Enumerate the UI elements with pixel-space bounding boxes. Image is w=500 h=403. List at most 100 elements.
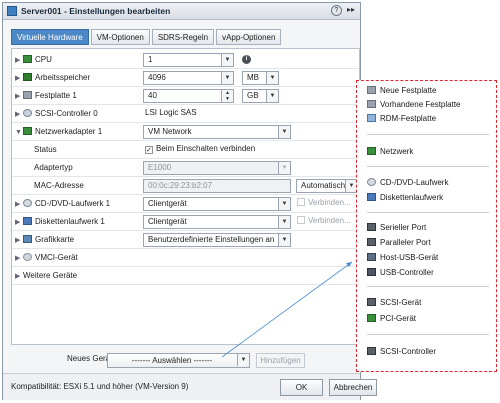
nic-label: Netzwerkadapter 1 bbox=[35, 127, 103, 136]
rdm-disk-icon bbox=[367, 114, 376, 122]
row-mac-address: MAC-Adresse 00:0c:29:23:b2:07 Automatisc… bbox=[12, 177, 359, 195]
menu-item-rdm-disk[interactable]: RDM-Festplatte bbox=[367, 114, 436, 123]
floppy-icon bbox=[23, 217, 32, 225]
floppy-icon bbox=[367, 193, 376, 201]
disk-size-input[interactable]: 40 ▲ ▼ bbox=[143, 89, 234, 103]
chevron-down-icon: ▼ bbox=[278, 126, 290, 138]
cancel-button[interactable]: Abbrechen bbox=[329, 379, 377, 396]
connect-at-power-on-checkbox[interactable]: ✓ bbox=[145, 146, 153, 154]
expand-arrow-icon[interactable]: ▶ bbox=[15, 254, 23, 262]
menu-item-network[interactable]: Netzwerk bbox=[367, 147, 413, 156]
menu-item-parallel-port[interactable]: Paralleler Port bbox=[367, 238, 431, 247]
hard-disk-icon bbox=[367, 100, 376, 108]
expand-arrow-icon[interactable]: ▶ bbox=[15, 218, 23, 226]
floppy-connect-checkbox[interactable] bbox=[297, 216, 305, 224]
tab-virtual-hardware[interactable]: Virtuelle Hardware bbox=[11, 29, 89, 45]
memory-unit-select[interactable]: MB ▼ bbox=[242, 71, 279, 85]
disk-label: Festplatte 1 bbox=[35, 91, 77, 100]
tab-vm-options[interactable]: VM-Optionen bbox=[90, 29, 150, 45]
network-select[interactable]: VM Network ▼ bbox=[143, 125, 291, 139]
expand-icon[interactable]: ▸▸ bbox=[347, 5, 355, 14]
menu-separator bbox=[367, 212, 489, 213]
menu-item-usb-controller[interactable]: USB-Controller bbox=[367, 268, 434, 277]
dialog-title: Server001 - Einstellungen bearbeiten bbox=[21, 6, 171, 16]
chevron-down-icon: ▼ bbox=[221, 72, 233, 84]
row-floppy[interactable]: ▶ Diskettenlaufwerk 1 Clientgerät ▼ Verbin… bbox=[12, 213, 359, 231]
chevron-down-icon: ▼ bbox=[278, 216, 290, 228]
chevron-down-icon: ▼ bbox=[278, 162, 290, 174]
expand-arrow-icon[interactable]: ▶ bbox=[15, 110, 23, 118]
menu-separator bbox=[367, 286, 489, 287]
cdrom-select[interactable]: Clientgerät ▼ bbox=[143, 197, 291, 211]
floppy-select[interactable]: Clientgerät ▼ bbox=[143, 215, 291, 229]
expand-arrow-icon[interactable]: ▶ bbox=[15, 74, 23, 82]
expand-arrow-icon[interactable]: ▶ bbox=[15, 236, 23, 244]
info-icon[interactable]: i bbox=[242, 55, 251, 64]
pci-device-icon bbox=[367, 314, 376, 322]
new-device-menu: Neue Festplatte Vorhandene Festplatte RD… bbox=[356, 80, 497, 372]
menu-item-pci-device[interactable]: PCI-Gerät bbox=[367, 314, 416, 323]
chevron-down-icon: ▼ bbox=[266, 90, 278, 102]
row-cpu[interactable]: ▶ CPU 1 ▼ i bbox=[12, 51, 359, 69]
cd-dvd-icon bbox=[23, 199, 32, 207]
memory-icon bbox=[23, 73, 32, 81]
mac-address-field[interactable]: 00:0c:29:23:b2:07 bbox=[143, 179, 291, 193]
scsi-value: LSI Logic SAS bbox=[145, 108, 197, 117]
expand-arrow-icon[interactable]: ▶ bbox=[15, 200, 23, 208]
tab-sdrs-rules[interactable]: SDRS-Regeln bbox=[151, 29, 215, 45]
menu-item-scsi-controller[interactable]: SCSI-Controller bbox=[367, 347, 436, 356]
floppy-label: Diskettenlaufwerk 1 bbox=[35, 217, 105, 226]
collapse-arrow-icon[interactable]: ▼ bbox=[15, 129, 23, 136]
help-icon[interactable]: ? bbox=[331, 5, 342, 16]
network-icon bbox=[23, 127, 32, 135]
expand-arrow-icon[interactable]: ▶ bbox=[15, 272, 23, 280]
tab-vapp-options[interactable]: vApp-Optionen bbox=[216, 29, 282, 45]
adapter-type-select[interactable]: E1000 ▼ bbox=[143, 161, 291, 175]
mac-mode-select[interactable]: Automatisch ▼ bbox=[296, 179, 358, 193]
memory-input[interactable]: 4096 ▼ bbox=[143, 71, 234, 85]
spinner-icon[interactable]: ▲ ▼ bbox=[221, 90, 233, 102]
cpu-icon bbox=[23, 55, 32, 63]
status-label: Status bbox=[34, 145, 57, 154]
expand-arrow-icon[interactable]: ▶ bbox=[15, 56, 23, 64]
menu-item-cd-dvd[interactable]: CD-/DVD-Laufwerk bbox=[367, 178, 448, 187]
row-scsi-controller[interactable]: ▶ SCSI-Controller 0 LSI Logic SAS bbox=[12, 105, 359, 123]
row-disk[interactable]: ▶ Festplatte 1 40 ▲ ▼ GB ▼ bbox=[12, 87, 359, 105]
vm-icon bbox=[7, 6, 17, 16]
cdrom-connect-checkbox[interactable] bbox=[297, 198, 305, 206]
row-vmci[interactable]: ▶ VMCI-Gerät bbox=[12, 249, 359, 267]
hard-disk-icon bbox=[367, 86, 376, 94]
menu-item-new-hard-disk[interactable]: Neue Festplatte bbox=[367, 86, 436, 95]
connect-at-power-on-label: Beim Einschalten verbinden bbox=[156, 144, 256, 153]
add-button[interactable]: Hinzufügen bbox=[256, 353, 305, 368]
usb-controller-icon bbox=[367, 268, 376, 276]
chevron-down-icon: ▼ bbox=[237, 354, 249, 366]
scsi-controller-icon bbox=[367, 347, 376, 355]
menu-item-host-usb[interactable]: Host-USB-Gerät bbox=[367, 253, 438, 262]
cpu-label: CPU bbox=[35, 55, 52, 64]
tab-bar: Virtuelle Hardware VM-Optionen SDRS-Rege… bbox=[11, 29, 283, 45]
menu-item-existing-hard-disk[interactable]: Vorhandene Festplatte bbox=[367, 100, 461, 109]
menu-separator bbox=[367, 334, 489, 335]
new-device-select[interactable]: ------- Auswählen ------- ▼ bbox=[107, 353, 250, 368]
row-network-adapter[interactable]: ▼ Netzwerkadapter 1 VM Network ▼ bbox=[12, 123, 359, 141]
disk-unit-select[interactable]: GB ▼ bbox=[242, 89, 279, 103]
row-cdrom[interactable]: ▶ CD-/DVD-Laufwerk 1 Clientgerät ▼ Verbind… bbox=[12, 195, 359, 213]
menu-item-serial-port[interactable]: Serieller Port bbox=[367, 223, 426, 232]
ok-button[interactable]: OK bbox=[280, 379, 323, 396]
row-video-card[interactable]: ▶ Grafikkarte Benutzerdefinierte Einstell… bbox=[12, 231, 359, 249]
video-card-icon bbox=[23, 235, 32, 243]
cd-dvd-icon bbox=[367, 178, 376, 186]
row-memory[interactable]: ▶ Arbeitsspeicher 4096 ▼ MB ▼ bbox=[12, 69, 359, 87]
video-select[interactable]: Benutzerdefinierte Einstellungen an ▼ bbox=[143, 233, 291, 247]
parallel-port-icon bbox=[367, 238, 376, 246]
expand-arrow-icon[interactable]: ▶ bbox=[15, 92, 23, 100]
row-other-devices[interactable]: ▶ Weitere Geräte bbox=[12, 267, 359, 285]
cpu-select[interactable]: 1 ▼ bbox=[143, 53, 234, 67]
usb-device-icon bbox=[367, 253, 376, 261]
vmci-icon bbox=[23, 253, 32, 261]
title-bar: Server001 - Einstellungen bearbeiten ? ▸… bbox=[3, 3, 360, 20]
menu-item-floppy[interactable]: Diskettenlaufwerk bbox=[367, 193, 443, 202]
menu-item-scsi-device[interactable]: SCSI-Gerät bbox=[367, 298, 421, 307]
chevron-down-icon: ▼ bbox=[266, 72, 278, 84]
